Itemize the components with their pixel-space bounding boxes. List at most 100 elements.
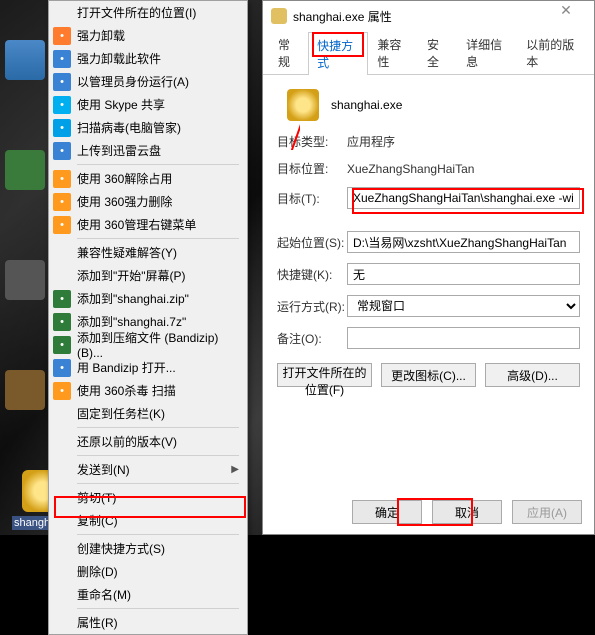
apply-button[interactable]: 应用(A) <box>512 500 582 524</box>
tab-0[interactable]: 常规 <box>269 31 308 74</box>
menu-item-label: 使用 360强力删除 <box>77 193 239 210</box>
tab-2[interactable]: 兼容性 <box>368 31 418 74</box>
blank-icon <box>53 4 71 22</box>
context-menu-item[interactable]: 删除(D) <box>49 560 247 583</box>
titlebar-text: shanghai.exe 属性 <box>293 8 546 25</box>
360-icon: • <box>53 170 71 188</box>
360menu-icon: • <box>53 216 71 234</box>
menu-item-label: 添加到"shanghai.zip" <box>77 290 239 307</box>
menu-item-label: 以管理员身份运行(A) <box>77 73 239 90</box>
menu-item-label: 上传到迅雷云盘 <box>77 142 239 159</box>
shortcut-key-input[interactable] <box>347 263 580 285</box>
blank-icon <box>53 614 71 632</box>
target-input[interactable] <box>347 187 580 209</box>
desktop-icon[interactable] <box>5 150 45 190</box>
menu-item-label: 发送到(N) <box>77 461 231 478</box>
menu-item-label: 重命名(M) <box>77 586 239 603</box>
blank-icon <box>53 512 71 530</box>
change-icon-button[interactable]: 更改图标(C)... <box>381 363 476 387</box>
context-menu-item[interactable]: • 添加到"shanghai.zip" <box>49 287 247 310</box>
ok-button[interactable]: 确定 <box>352 500 422 524</box>
tab-4[interactable]: 详细信息 <box>457 31 517 74</box>
context-menu-item[interactable]: • 使用 360强力删除 <box>49 190 247 213</box>
start-in-input[interactable] <box>347 231 580 253</box>
label: 目标(T): <box>277 190 347 207</box>
tab-5[interactable]: 以前的版本 <box>517 31 588 74</box>
menu-item-label: 复制(C) <box>77 512 239 529</box>
context-menu-item[interactable]: •强力卸载 <box>49 24 247 47</box>
separator <box>77 483 239 484</box>
cloud-icon: • <box>53 142 71 160</box>
bandizip-icon: • <box>53 336 71 354</box>
field-target-location: 目标位置: XueZhangShangHaiTan <box>277 160 580 177</box>
titlebar[interactable]: shanghai.exe 属性 ✕ <box>263 1 594 31</box>
context-menu-item[interactable]: • 上传到迅雷云盘 <box>49 139 247 162</box>
menu-item-label: 兼容性疑难解答(Y) <box>77 244 239 261</box>
menu-item-label: 使用 360管理右键菜单 <box>77 216 239 233</box>
field-shortcut-key: 快捷键(K): <box>277 263 580 285</box>
blank-icon <box>53 586 71 604</box>
tab-strip: 常规快捷方式兼容性安全详细信息以前的版本 <box>263 31 594 75</box>
context-menu-item[interactable]: •添加到压缩文件 (Bandizip)(B)... <box>49 333 247 356</box>
tab-3[interactable]: 安全 <box>418 31 457 74</box>
blank-icon <box>53 267 71 285</box>
context-menu-item[interactable]: •使用 360杀毒 扫描 <box>49 379 247 402</box>
context-menu-item[interactable]: • 以管理员身份运行(A) <box>49 70 247 93</box>
desktop-icon[interactable] <box>5 260 45 300</box>
file-icon <box>287 89 319 121</box>
blank-icon <box>53 563 71 581</box>
value: XueZhangShangHaiTan <box>347 162 474 176</box>
shield-icon: • <box>53 73 71 91</box>
label: 备注(O): <box>277 330 347 347</box>
run-select[interactable]: 常规窗口 <box>347 295 580 317</box>
advanced-button[interactable]: 高级(D)... <box>485 363 580 387</box>
360del-icon: • <box>53 193 71 211</box>
field-run: 运行方式(R): 常规窗口 <box>277 295 580 317</box>
zip-icon: • <box>53 290 71 308</box>
label: 快捷键(K): <box>277 266 347 283</box>
blank-icon <box>53 540 71 558</box>
context-menu-item[interactable]: 兼容性疑难解答(Y) <box>49 241 247 264</box>
separator <box>77 164 239 165</box>
menu-item-label: 创建快捷方式(S) <box>77 540 239 557</box>
context-menu-item[interactable]: •使用 360解除占用 <box>49 167 247 190</box>
context-menu-item[interactable]: •扫描病毒(电脑管家) <box>49 116 247 139</box>
desktop-icon[interactable] <box>5 370 45 410</box>
context-menu-item[interactable]: •用 Bandizip 打开... <box>49 356 247 379</box>
context-menu-item[interactable]: 还原以前的版本(V) <box>49 430 247 453</box>
label: 目标位置: <box>277 160 347 177</box>
context-menu-item[interactable]: 创建快捷方式(S) <box>49 537 247 560</box>
file-name: shanghai.exe <box>331 96 402 114</box>
blank-icon <box>53 489 71 507</box>
context-menu-item[interactable]: 重命名(M) <box>49 583 247 606</box>
skype-icon: • <box>53 96 71 114</box>
360av-icon: • <box>53 382 71 400</box>
context-menu-item[interactable]: •强力卸载此软件 <box>49 47 247 70</box>
context-menu-item[interactable]: 发送到(N)▶ <box>49 458 247 481</box>
separator <box>77 608 239 609</box>
tab-1[interactable]: 快捷方式 <box>308 32 368 75</box>
close-button[interactable]: ✕ <box>546 2 586 30</box>
context-menu-item[interactable]: 打开文件所在的位置(I) <box>49 1 247 24</box>
menu-item-label: 还原以前的版本(V) <box>77 433 239 450</box>
bopen-icon: • <box>53 359 71 377</box>
context-menu-item[interactable]: 固定到任务栏(K) <box>49 402 247 425</box>
menu-item-label: 剪切(T) <box>77 489 239 506</box>
properties-body: shanghai.exe 目标类型: 应用程序 目标位置: XueZhangSh… <box>263 75 594 395</box>
context-menu-item[interactable]: 复制(C) <box>49 509 247 532</box>
blank-icon <box>53 405 71 423</box>
context-menu-item[interactable]: 添加到"开始"屏幕(P) <box>49 264 247 287</box>
open-file-location-button[interactable]: 打开文件所在的位置(F) <box>277 363 372 387</box>
context-menu-item[interactable]: • 使用 360管理右键菜单 <box>49 213 247 236</box>
field-comment: 备注(O): <box>277 327 580 349</box>
desktop-icon[interactable] <box>5 40 45 80</box>
context-menu-item[interactable]: •使用 Skype 共享 <box>49 93 247 116</box>
field-start-in: 起始位置(S): <box>277 231 580 253</box>
separator <box>77 238 239 239</box>
label: 起始位置(S): <box>277 234 347 251</box>
context-menu-item[interactable]: 剪切(T) <box>49 486 247 509</box>
comment-input[interactable] <box>347 327 580 349</box>
context-menu-item[interactable]: 属性(R) <box>49 611 247 634</box>
cancel-button[interactable]: 取消 <box>432 500 502 524</box>
menu-item-label: 扫描病毒(电脑管家) <box>77 119 239 136</box>
